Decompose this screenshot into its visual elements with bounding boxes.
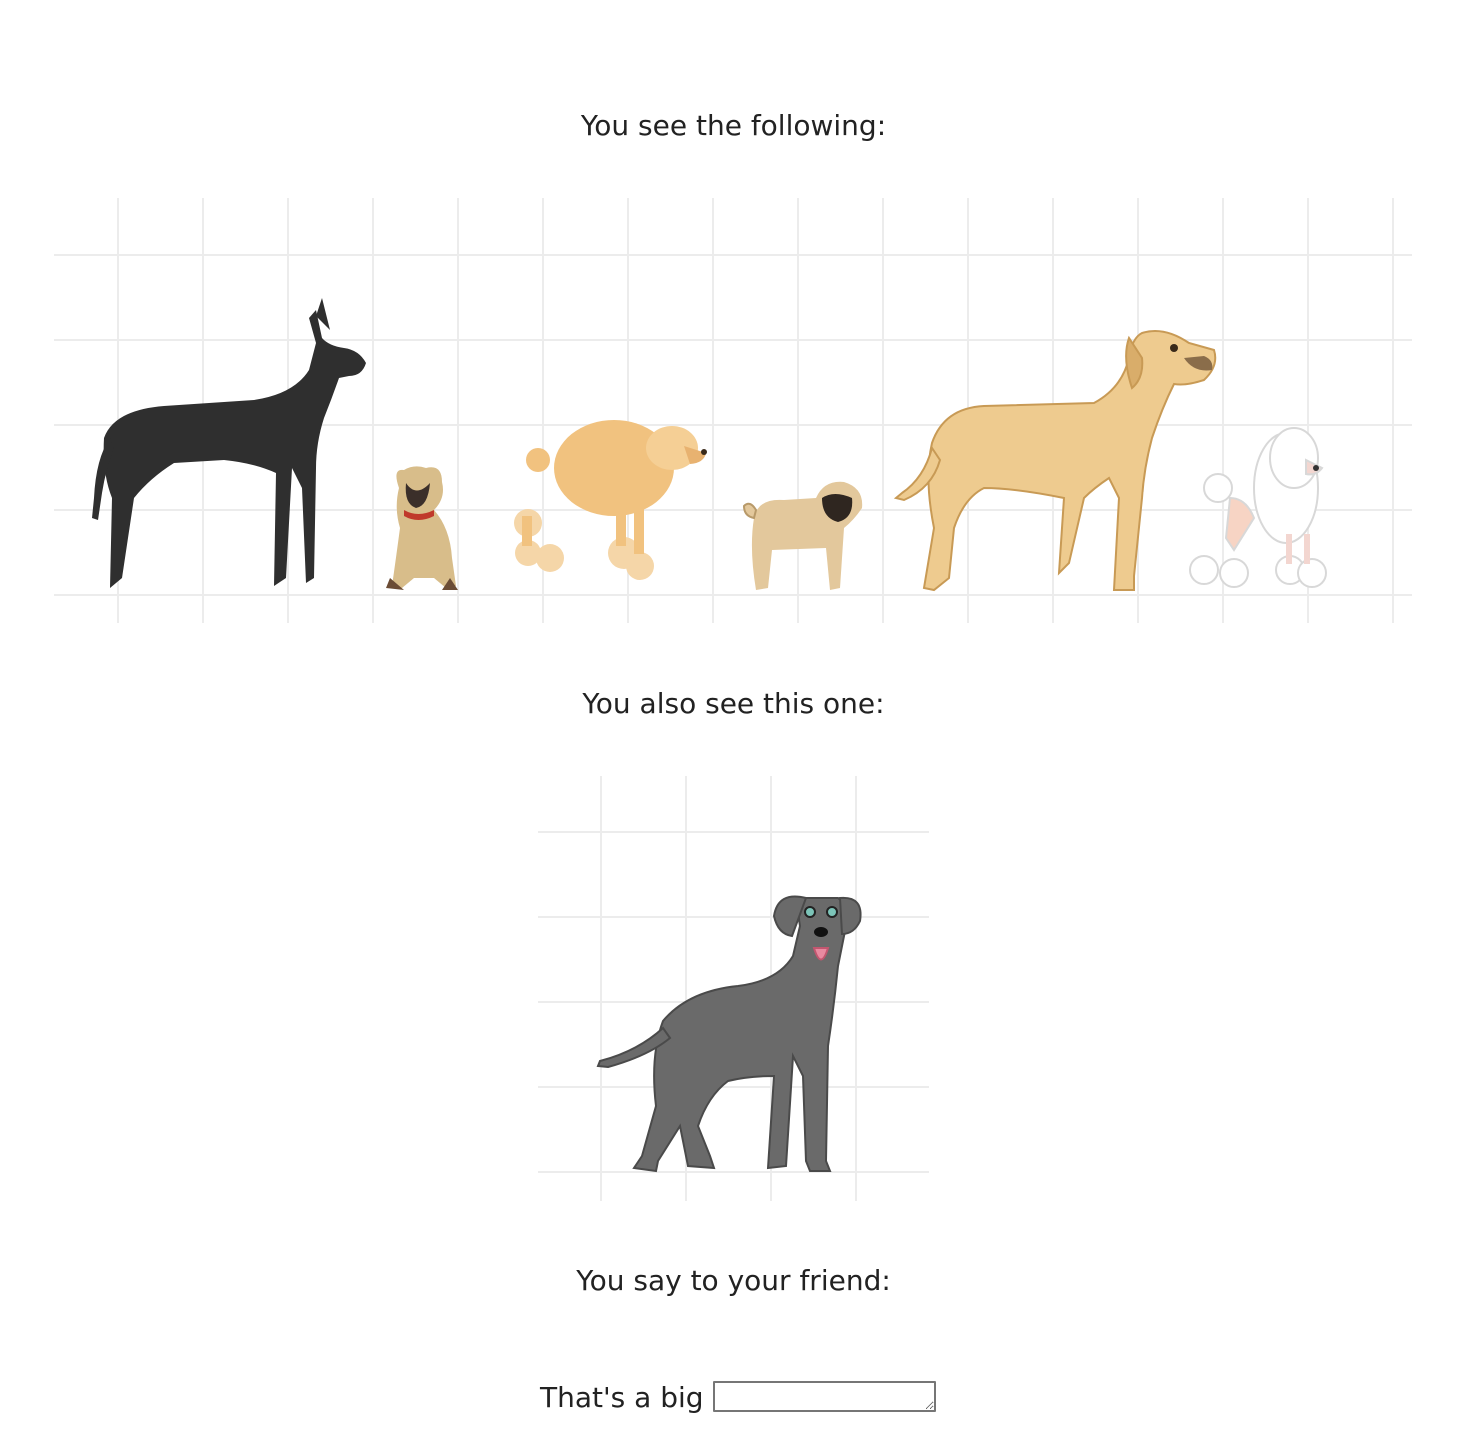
answer-label: That's a big — [540, 1381, 704, 1414]
pug-standing — [742, 481, 863, 590]
prompt-second: You also see this one: — [582, 687, 885, 720]
great-dane-fawn — [893, 330, 1217, 592]
great-dane-grey — [596, 895, 862, 1173]
great-dane-black — [92, 298, 366, 588]
dog-lineup-image — [54, 198, 1412, 623]
prompt-first: You see the following: — [580, 109, 887, 142]
answer-textarea[interactable] — [712, 1381, 936, 1412]
poodle-white — [1189, 427, 1327, 588]
target-dog-image — [538, 776, 929, 1201]
prompt-third: You say to your friend: — [576, 1264, 891, 1297]
pug-sitting — [386, 466, 458, 590]
answer-row: That's a big — [540, 1380, 936, 1416]
